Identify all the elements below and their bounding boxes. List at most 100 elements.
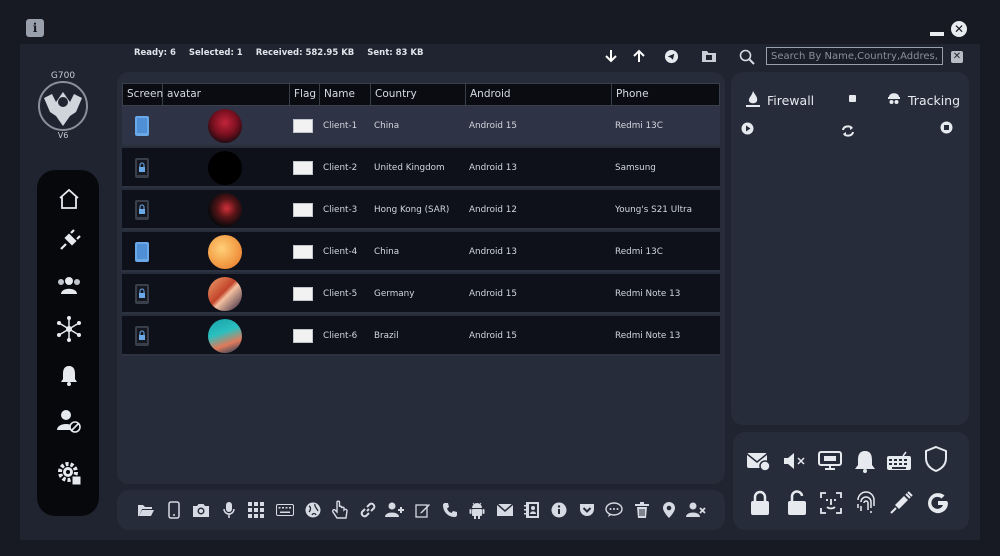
call-icon[interactable] [440, 500, 460, 520]
cell-android: Android 15 [469, 289, 518, 299]
microphone-icon[interactable] [219, 500, 239, 520]
cell-phone: Redmi Note 13 [615, 289, 681, 299]
settings-icon[interactable] [56, 460, 82, 486]
refresh-icon[interactable] [841, 122, 855, 141]
title-bar: i ✕ [0, 0, 1000, 44]
network-icon[interactable] [56, 316, 82, 342]
notification-bell-icon[interactable] [850, 446, 880, 476]
column-flag[interactable]: Flag [290, 84, 320, 105]
cell-name: Client-5 [323, 289, 358, 299]
remote-desktop-icon[interactable] [815, 446, 845, 476]
remove-user-icon[interactable] [686, 500, 706, 520]
firewall-icon [745, 90, 761, 112]
table-row[interactable]: Client-3 Hong Kong (SAR) Android 12 Youn… [122, 190, 720, 230]
phone-locked-icon [134, 157, 150, 183]
telegram-icon[interactable] [662, 47, 680, 65]
table-row[interactable]: Client-4 China Android 13 Redmi 13C [122, 232, 720, 272]
android-icon[interactable] [467, 500, 487, 520]
keyboard-icon[interactable] [884, 446, 914, 476]
avatar [208, 319, 242, 353]
cell-android: Android 15 [469, 121, 518, 131]
status-bar: Ready: 6 Selected: 1 Received: 582.95 KB… [134, 48, 433, 58]
face-id-icon[interactable] [816, 488, 846, 518]
phone-locked-icon [134, 325, 150, 351]
trash-icon[interactable] [632, 500, 652, 520]
chat-icon[interactable] [604, 500, 624, 520]
bell-icon[interactable] [56, 362, 82, 388]
app-logo: G700 V6 [30, 68, 96, 140]
plug-icon[interactable] [56, 228, 82, 254]
cell-name: Client-6 [323, 331, 358, 341]
flag-icon [293, 119, 313, 133]
mail-settings-icon[interactable] [744, 446, 774, 476]
column-android[interactable]: Android [466, 84, 612, 105]
close-button[interactable]: ✕ [951, 21, 967, 37]
cell-name: Client-4 [323, 247, 358, 257]
column-phone[interactable]: Phone [612, 84, 719, 105]
injection-icon[interactable] [886, 488, 916, 518]
unlock-icon[interactable] [782, 488, 812, 518]
globe-icon[interactable] [303, 500, 323, 520]
cell-name: Client-1 [323, 121, 358, 131]
column-avatar[interactable]: avatar [163, 84, 290, 105]
user-block-icon[interactable] [56, 408, 82, 434]
flag-icon [293, 329, 313, 343]
table-row[interactable]: Client-6 Brazil Android 15 Redmi Note 13 [122, 316, 720, 356]
status-ready: Ready: 6 [134, 48, 176, 58]
table-header: Screen avatar Flag Name Country Android … [122, 83, 720, 106]
arrow-down-icon[interactable] [602, 47, 620, 65]
link-icon[interactable] [358, 500, 378, 520]
phone-icon[interactable] [164, 500, 184, 520]
apps-grid-icon[interactable] [246, 500, 266, 520]
column-screen[interactable]: Screen [123, 84, 163, 105]
table-row[interactable]: Client-1 China Android 15 Redmi 13C [122, 106, 720, 146]
shield-icon[interactable] [921, 444, 951, 474]
info-button[interactable]: i [26, 19, 44, 37]
table-row[interactable]: Client-2 United Kingdom Android 13 Samsu… [122, 148, 720, 188]
cell-phone: Redmi 13C [615, 121, 663, 131]
mute-icon[interactable] [780, 446, 810, 476]
tracking-label: Tracking [908, 93, 961, 108]
phone-unlocked-icon [134, 115, 150, 141]
status-received: Received: 582.95 KB [255, 48, 355, 58]
edit-icon[interactable] [413, 500, 433, 520]
location-pin-icon[interactable] [659, 500, 679, 520]
cell-country: Germany [374, 289, 415, 299]
keylogger-icon[interactable] [275, 500, 295, 520]
column-name[interactable]: Name [320, 84, 371, 105]
cell-phone: Samsung [615, 163, 656, 173]
cell-android: Android 15 [469, 331, 518, 341]
stop-icon[interactable] [940, 119, 953, 138]
touch-icon[interactable] [330, 500, 350, 520]
camera-icon[interactable] [191, 500, 211, 520]
flag-icon [293, 161, 313, 175]
users-icon[interactable] [56, 272, 82, 298]
pocket-icon[interactable] [577, 500, 597, 520]
contacts-book-icon[interactable] [522, 500, 542, 520]
folder-icon[interactable] [700, 47, 718, 65]
cell-country: United Kingdom [374, 163, 445, 173]
fingerprint-icon[interactable] [851, 488, 881, 518]
minimize-button[interactable] [930, 32, 944, 36]
play-icon[interactable] [741, 120, 754, 139]
stop-indicator-icon[interactable] [849, 95, 856, 102]
lock-icon[interactable] [745, 488, 775, 518]
table-row[interactable]: Client-5 Germany Android 15 Redmi Note 1… [122, 274, 720, 314]
avatar [208, 109, 242, 143]
flag-icon [293, 203, 313, 217]
info-circle-icon[interactable] [549, 500, 569, 520]
firewall-label: Firewall [767, 93, 815, 108]
cell-country: Hong Kong (SAR) [374, 205, 450, 215]
avatar [208, 193, 242, 227]
open-folder-icon[interactable] [136, 500, 156, 520]
column-country[interactable]: Country [371, 84, 466, 105]
home-icon[interactable] [56, 186, 82, 212]
cell-android: Android 13 [469, 163, 518, 173]
envelope-icon[interactable] [495, 500, 515, 520]
search-input[interactable] [766, 47, 943, 65]
google-icon[interactable] [923, 488, 953, 518]
arrow-up-icon[interactable] [630, 47, 648, 65]
add-contact-icon[interactable] [385, 500, 405, 520]
search-icon[interactable] [739, 49, 755, 69]
clear-search-button[interactable]: ✕ [951, 51, 963, 63]
